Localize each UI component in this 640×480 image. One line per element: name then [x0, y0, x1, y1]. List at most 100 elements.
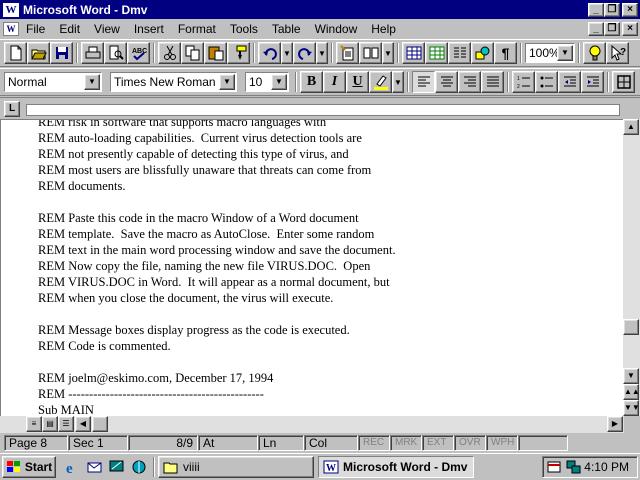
autoformat-icon[interactable]: [336, 42, 359, 64]
spelling-icon[interactable]: ABC: [127, 42, 150, 64]
show-hide-icon[interactable]: ¶: [494, 42, 517, 64]
internet-explorer-icon[interactable]: e: [62, 456, 84, 478]
font-dropdown-icon[interactable]: ▼: [219, 74, 235, 90]
autotext-icon[interactable]: [359, 42, 382, 64]
scroll-left-icon[interactable]: ◀: [75, 416, 91, 432]
zoom-dropdown-icon[interactable]: ▼: [557, 45, 573, 61]
align-center-icon[interactable]: [435, 71, 458, 93]
minimize-button[interactable]: _: [588, 2, 604, 17]
vertical-scrollbar[interactable]: ▲ ▼ ▲▲ ▼▼: [623, 119, 640, 416]
columns-icon[interactable]: [448, 42, 471, 64]
open-icon[interactable]: [27, 42, 50, 64]
horizontal-scrollbar[interactable]: ≡ ▤ ☰ ◀ ▶: [0, 416, 624, 433]
scroll-up-icon[interactable]: ▲: [623, 119, 639, 135]
italic-button[interactable]: I: [323, 71, 346, 93]
ruler-bar[interactable]: [26, 104, 620, 116]
doc-line: REM Code is commented.: [38, 339, 171, 353]
highlight-dropdown-icon[interactable]: ▼: [392, 71, 404, 93]
normal-view-icon[interactable]: ≡: [26, 416, 42, 432]
save-icon[interactable]: [50, 42, 73, 64]
style-combo[interactable]: Normal ▼: [4, 72, 102, 92]
close-button[interactable]: ×: [622, 2, 638, 17]
print-icon[interactable]: [81, 42, 104, 64]
doc-minimize-button[interactable]: _: [588, 21, 604, 36]
document-area[interactable]: REM risk in software that supports macro…: [0, 119, 624, 416]
justify-icon[interactable]: [481, 71, 504, 93]
align-right-icon[interactable]: [458, 71, 481, 93]
channels-icon[interactable]: [128, 456, 150, 478]
outline-view-icon[interactable]: ☰: [58, 416, 74, 432]
paste-icon[interactable]: [204, 42, 227, 64]
copy-icon[interactable]: [181, 42, 204, 64]
borders-icon[interactable]: [612, 71, 635, 93]
zoom-control[interactable]: 100% ▼: [525, 43, 575, 63]
tab-selector-icon[interactable]: L: [4, 101, 20, 117]
undo-icon[interactable]: [258, 42, 281, 64]
status-ovr[interactable]: OVR: [454, 435, 486, 451]
insert-table-icon[interactable]: [402, 42, 425, 64]
help-icon[interactable]: ?: [606, 42, 629, 64]
scroll-down-icon[interactable]: ▼: [623, 368, 639, 384]
menu-help[interactable]: Help: [364, 22, 403, 36]
menu-view[interactable]: View: [87, 22, 127, 36]
font-size-combo[interactable]: 10 ▼: [245, 72, 289, 92]
page-layout-view-icon[interactable]: ▤: [42, 416, 58, 432]
status-mrk[interactable]: MRK: [390, 435, 422, 451]
menu-edit[interactable]: Edit: [52, 22, 87, 36]
scroll-thumb[interactable]: [623, 319, 639, 335]
status-ext[interactable]: EXT: [422, 435, 454, 451]
status-wph[interactable]: WPH: [486, 435, 518, 451]
tip-wizard-icon[interactable]: [583, 42, 606, 64]
scheduler-icon[interactable]: [547, 460, 563, 474]
taskbar-item-word[interactable]: W Microsoft Word - Dmv: [318, 456, 474, 478]
next-page-icon[interactable]: ▼▼: [623, 400, 640, 416]
highlight-icon[interactable]: [369, 71, 392, 93]
outlook-express-icon[interactable]: [84, 456, 106, 478]
bullets-icon[interactable]: [535, 71, 558, 93]
scroll-right-icon[interactable]: ▶: [607, 416, 623, 432]
drawing-icon[interactable]: [471, 42, 494, 64]
folder-icon: [163, 462, 178, 474]
menu-table[interactable]: Table: [265, 22, 308, 36]
doc-close-button[interactable]: ×: [622, 21, 638, 36]
status-extra: [518, 435, 568, 451]
show-desktop-icon[interactable]: [106, 456, 128, 478]
word-app-icon[interactable]: W: [3, 2, 19, 17]
doc-line: [38, 194, 396, 210]
redo-icon[interactable]: [293, 42, 316, 64]
align-left-icon[interactable]: [412, 71, 435, 93]
font-size-value: 10: [249, 75, 263, 89]
taskbar-item-viiii[interactable]: viiii: [158, 456, 314, 478]
increase-indent-icon[interactable]: [581, 71, 604, 93]
menu-format[interactable]: Format: [171, 22, 223, 36]
menu-insert[interactable]: Insert: [127, 22, 171, 36]
document-icon[interactable]: W: [3, 21, 19, 36]
redo-dropdown-icon[interactable]: ▼: [316, 42, 328, 64]
start-button[interactable]: Start: [2, 456, 56, 478]
clock[interactable]: 4:10 PM: [584, 460, 629, 474]
previous-page-icon[interactable]: ▲▲: [623, 384, 640, 400]
menu-file[interactable]: File: [19, 22, 52, 36]
decrease-indent-icon[interactable]: [558, 71, 581, 93]
numbering-icon[interactable]: 12: [512, 71, 535, 93]
menu-window[interactable]: Window: [308, 22, 365, 36]
insert-worksheet-icon[interactable]: [425, 42, 448, 64]
status-rec[interactable]: REC: [358, 435, 390, 451]
font-combo[interactable]: Times New Roman ▼: [110, 72, 237, 92]
style-dropdown-icon[interactable]: ▼: [84, 74, 100, 90]
print-preview-icon[interactable]: [104, 42, 127, 64]
menu-tools[interactable]: Tools: [223, 22, 265, 36]
restore-button[interactable]: ❐: [604, 2, 620, 17]
underline-button[interactable]: U: [346, 71, 369, 93]
font-size-dropdown-icon[interactable]: ▼: [271, 74, 287, 90]
cut-icon[interactable]: [158, 42, 181, 64]
undo-dropdown-icon[interactable]: ▼: [281, 42, 293, 64]
autotext-dropdown-icon[interactable]: ▼: [382, 42, 394, 64]
format-painter-icon[interactable]: [227, 42, 250, 64]
bold-button[interactable]: B: [300, 71, 323, 93]
doc-restore-button[interactable]: ❐: [604, 21, 620, 36]
new-icon[interactable]: [4, 42, 27, 64]
network-icon[interactable]: [566, 460, 582, 474]
hscroll-thumb[interactable]: [92, 416, 108, 432]
svg-text:ABC: ABC: [132, 48, 147, 55]
